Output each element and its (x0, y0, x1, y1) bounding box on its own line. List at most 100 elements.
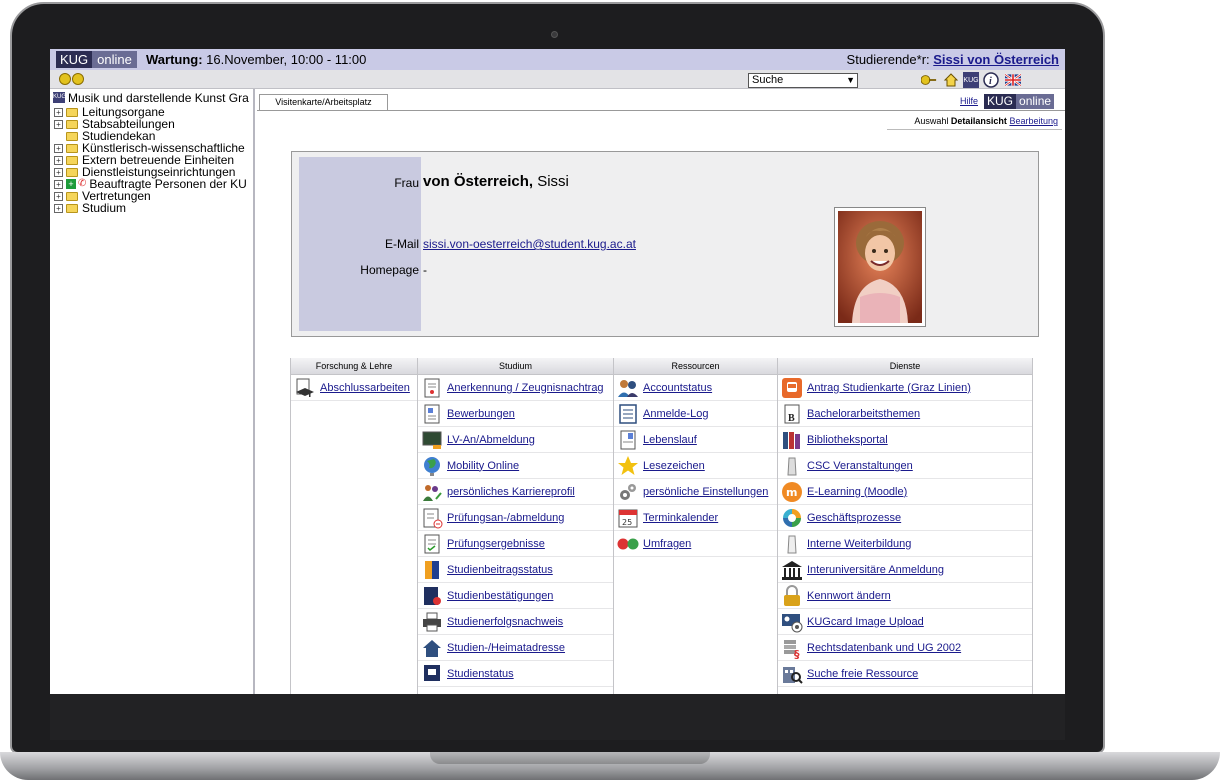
app-link-row[interactable]: KUGcard Image Upload (778, 609, 1032, 635)
app-link[interactable]: Interne Weiterbildung (807, 538, 911, 550)
mode-auswahl[interactable]: Auswahl (914, 116, 948, 126)
app-link-row[interactable]: LV-An/Abmeldung (418, 427, 613, 453)
app-link[interactable]: Terminkalender (643, 512, 718, 524)
info-icon[interactable]: i (983, 72, 999, 88)
expand-icon[interactable]: + (54, 191, 63, 201)
app-link[interactable]: Rechtsdatenbank und UG 2002 (807, 642, 961, 654)
app-link-row[interactable]: m E-Learning (Moodle) (778, 479, 1032, 505)
app-link[interactable]: CSC Veranstaltungen (807, 460, 913, 472)
app-link[interactable]: Interuniversitäre Anmeldung (807, 564, 944, 576)
app-link[interactable]: Lesezeichen (643, 460, 705, 472)
app-link[interactable]: Bibliotheksportal (807, 434, 888, 446)
column-dienste: Dienste Antrag Studienkarte (Graz Linien… (778, 358, 1033, 694)
app-link-row[interactable]: Studienbeitragsstatus (418, 557, 613, 583)
app-link-row[interactable]: § Rechtsdatenbank und UG 2002 (778, 635, 1032, 661)
app-link[interactable]: Mobility Online (447, 460, 519, 472)
app-link[interactable]: Anerkennung / Zeugnisnachtrag (447, 382, 604, 394)
app-link-row[interactable]: persönliche Einstellungen (614, 479, 777, 505)
app-link-row[interactable]: Anmelde-Log (614, 401, 777, 427)
app-link[interactable]: Studienstatus (447, 668, 514, 680)
app-link-row[interactable]: Interuniversitäre Anmeldung (778, 557, 1032, 583)
column-header: Ressourcen (614, 358, 777, 375)
help-link[interactable]: Hilfe (960, 96, 978, 106)
tab-visitenkarte[interactable]: Visitenkarte/Arbeitsplatz (259, 94, 388, 110)
app-link-row[interactable]: Mobility Online (418, 453, 613, 479)
app-link-row[interactable]: Bibliotheksportal (778, 427, 1032, 453)
eye-icon-right[interactable] (72, 73, 84, 85)
app-link[interactable]: KUGcard Image Upload (807, 616, 924, 628)
expand-icon[interactable]: + (54, 155, 63, 165)
kug-online-logo-secondary[interactable]: KUG online (984, 94, 1055, 109)
app-link-row[interactable]: persönliches Karriereprofil (418, 479, 613, 505)
app-link[interactable]: Studienbeitragsstatus (447, 564, 553, 576)
app-link-row[interactable]: Prüfungsan-/abmeldung (418, 505, 613, 531)
expand-icon[interactable]: + (54, 107, 63, 117)
app-link[interactable]: Abschlussarbeiten (320, 382, 410, 394)
folder-icon (66, 107, 78, 117)
app-link[interactable]: Prüfungsergebnisse (447, 538, 545, 550)
app-link-row[interactable]: Lebenslauf (614, 427, 777, 453)
app-link[interactable]: Anmelde-Log (643, 408, 708, 420)
app-link[interactable]: LV-An/Abmeldung (447, 434, 535, 446)
key-icon[interactable] (921, 72, 937, 88)
app-link[interactable]: Geschäftsprozesse (807, 512, 901, 524)
folder-icon (66, 131, 78, 141)
app-link[interactable]: persönliches Karriereprofil (447, 486, 575, 498)
app-link-row[interactable]: Studienstatus (418, 661, 613, 687)
tree-item[interactable]: + + ✆ Beauftragte Personen der KU (50, 178, 253, 190)
expand-icon[interactable]: + (54, 179, 63, 189)
app-link-row[interactable]: Kennwort ändern (778, 583, 1032, 609)
mode-bearbeitung-link[interactable]: Bearbeitung (1009, 116, 1058, 126)
app-link[interactable]: Prüfungsan-/abmeldung (447, 512, 564, 524)
app-link[interactable]: persönliche Einstellungen (643, 486, 768, 498)
app-link[interactable]: Umfragen (643, 538, 691, 550)
app-link-row[interactable]: Interne Weiterbildung (778, 531, 1032, 557)
email-link[interactable]: sissi.von-oesterreich@student.kug.ac.at (423, 237, 636, 251)
home-icon[interactable] (943, 72, 959, 88)
app-link[interactable]: Studien-/Heimatadresse (447, 642, 565, 654)
person-name: von Österreich, Sissi (423, 173, 569, 190)
app-link[interactable]: E-Learning (Moodle) (807, 486, 907, 498)
app-link-row[interactable]: Abschlussarbeiten (291, 375, 417, 401)
kug-online-logo[interactable]: KUG online (56, 51, 137, 68)
app-link-row[interactable]: Studien-/Heimatadresse (418, 635, 613, 661)
app-link[interactable]: Studienerfolgsnachweis (447, 616, 563, 628)
app-link-row[interactable]: CSC Veranstaltungen (778, 453, 1032, 479)
app-link-row[interactable]: Suche freie Ressource (778, 661, 1032, 687)
kug-icon[interactable]: KUG (963, 72, 979, 88)
app-link[interactable]: Lebenslauf (643, 434, 697, 446)
app-link[interactable]: Bachelorarbeitsthemen (807, 408, 920, 420)
search-select[interactable]: Suche ▼ (748, 73, 858, 88)
app-link-row[interactable]: Lesezeichen (614, 453, 777, 479)
app-link-row[interactable]: Studienbestätigungen (418, 583, 613, 609)
app-link-row[interactable]: Prüfungsergebnisse (418, 531, 613, 557)
app-link[interactable]: Kennwort ändern (807, 590, 891, 602)
app-link-row[interactable]: Anerkennung / Zeugnisnachtrag (418, 375, 613, 401)
app-link[interactable]: Bewerbungen (447, 408, 515, 420)
app-link[interactable]: Suche freie Ressource (807, 668, 918, 680)
app-link-row[interactable]: Bewerbungen (418, 401, 613, 427)
app-link[interactable]: Antrag Studienkarte (Graz Linien) (807, 382, 971, 394)
app-link-row[interactable]: Accountstatus (614, 375, 777, 401)
app-link-row[interactable]: B Bachelorarbeitsthemen (778, 401, 1032, 427)
student-name-link[interactable]: Sissi von Österreich (933, 52, 1059, 67)
app-link[interactable]: Accountstatus (643, 382, 712, 394)
app-link-row[interactable]: Geschäftsprozesse (778, 505, 1032, 531)
expand-icon[interactable]: + (54, 203, 63, 213)
tree-root[interactable]: KUG Musik und darstellende Kunst Gra (50, 89, 253, 106)
tree-item[interactable]: + Studium (50, 202, 253, 214)
eye-icon-left[interactable] (59, 73, 71, 85)
english-flag-icon[interactable] (1005, 72, 1021, 88)
expand-icon[interactable]: + (54, 143, 63, 153)
app-link-row[interactable]: Umfragen (614, 531, 777, 557)
fee-status-icon (425, 560, 439, 579)
toolbar: Suche ▼ KUG i (50, 70, 1065, 89)
tree-item[interactable]: + Vertretungen (50, 190, 253, 202)
expand-icon[interactable]: + (54, 119, 63, 129)
app-link[interactable]: Studienbestätigungen (447, 590, 553, 602)
expand-icon[interactable]: + (54, 167, 63, 177)
app-link-row[interactable]: 25 Terminkalender (614, 505, 777, 531)
app-link-row[interactable]: Antrag Studienkarte (Graz Linien) (778, 375, 1032, 401)
calendar-icon: 25 (618, 509, 638, 527)
app-link-row[interactable]: Studienerfolgsnachweis (418, 609, 613, 635)
